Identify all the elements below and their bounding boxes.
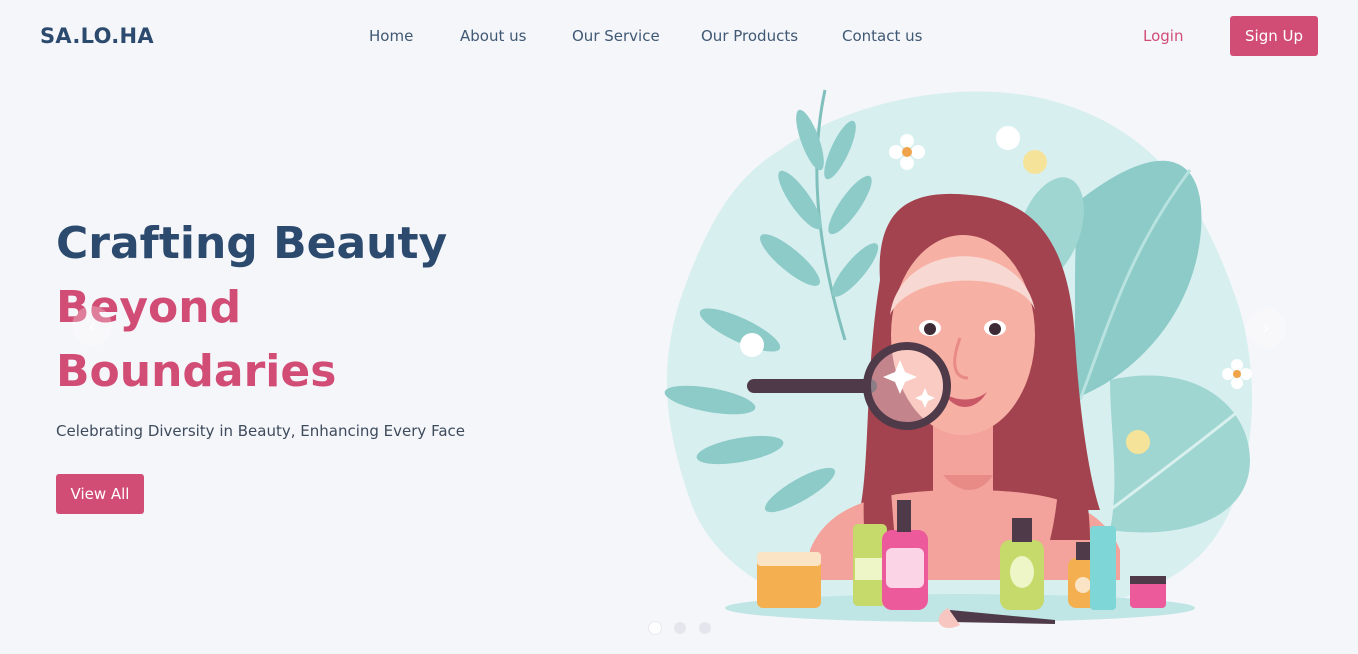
- nav-link-contact-us[interactable]: Contact us: [842, 27, 922, 45]
- hero-illustration: [664, 89, 1253, 629]
- chevron-left-icon: ‹: [88, 315, 96, 337]
- nav-link-our-products[interactable]: Our Products: [701, 27, 798, 45]
- nav-link-our-service[interactable]: Our Service: [572, 27, 660, 45]
- hero-title-line-2: Beyond: [56, 282, 242, 333]
- nav-link-home[interactable]: Home: [369, 27, 413, 45]
- hero-title-line-1: Crafting Beauty: [56, 218, 448, 269]
- nav-link-about-us[interactable]: About us: [460, 27, 526, 45]
- carousel-prev-button[interactable]: ‹: [72, 306, 112, 346]
- hero-title: Crafting Beauty Beyond Boundaries: [56, 212, 536, 404]
- signup-button[interactable]: Sign Up: [1230, 16, 1318, 56]
- login-link[interactable]: Login: [1143, 27, 1183, 45]
- hero-subtitle: Celebrating Diversity in Beauty, Enhanci…: [56, 422, 465, 440]
- hero-title-line-3: Boundaries: [56, 346, 337, 397]
- brand-logo[interactable]: SA.LO.HA: [40, 24, 154, 48]
- chevron-right-icon: ›: [1262, 317, 1270, 339]
- navbar: SA.LO.HA Home About us Our Service Our P…: [0, 0, 1358, 74]
- view-all-button[interactable]: View All: [56, 474, 144, 514]
